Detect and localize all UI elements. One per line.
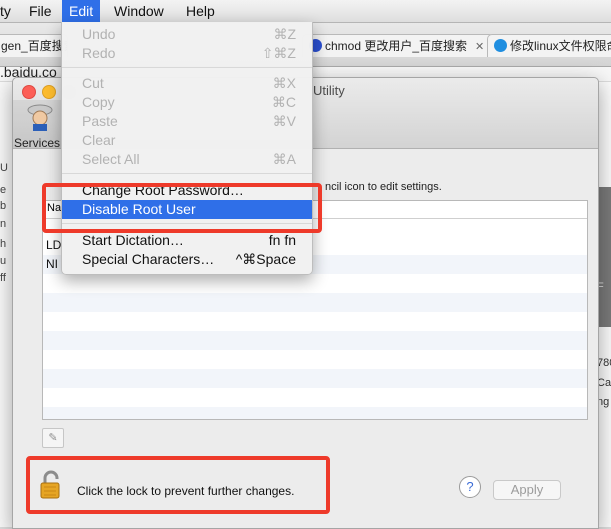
menu-item-start-dictation[interactable]: Start Dictation… fn fn <box>62 231 312 250</box>
menu-file[interactable]: File <box>29 3 52 19</box>
bg-text: u <box>0 255 7 267</box>
browser-tab[interactable]: 修改linux文件权限命 <box>487 34 611 57</box>
minimize-window-button[interactable] <box>42 85 56 99</box>
bg-text: U <box>0 162 8 174</box>
help-button[interactable]: ? <box>459 476 481 498</box>
apply-button[interactable]: Apply <box>493 480 561 500</box>
background-page-right: F 780 Cap ng <box>597 82 611 527</box>
menu-separator <box>62 67 312 68</box>
bg-text: h <box>0 238 7 250</box>
pencil-icon: ✎ <box>48 432 58 444</box>
bg-text: e <box>0 184 7 196</box>
instruction-text: ncil icon to edit settings. <box>325 181 442 193</box>
bg-text: 780 <box>597 357 611 369</box>
highlight-box-lock <box>26 456 330 514</box>
menu-item-redo[interactable]: Redo ⇧⌘Z <box>62 44 312 63</box>
menu-separator <box>62 173 312 174</box>
menu-item-special-characters[interactable]: Special Characters… ^⌘Space <box>62 250 312 269</box>
menu-item-clear[interactable]: Clear <box>62 131 312 150</box>
edit-pencil-button[interactable]: ✎ <box>42 428 64 448</box>
background-page-left: U e b n h u ff <box>0 82 12 527</box>
services-label: Services <box>14 136 61 150</box>
tab-title: chmod 更改用户_百度搜索 <box>325 39 468 53</box>
close-tab-icon[interactable]: ✕ <box>475 41 484 53</box>
row-label: NI <box>46 257 58 271</box>
bg-text: ff <box>0 272 6 284</box>
bg-image <box>597 187 611 327</box>
edit-menu-dropdown: Undo ⌘Z Redo ⇧⌘Z Cut ⌘X Copy ⌘C Paste ⌘V Clea… <box>61 22 313 275</box>
close-window-button[interactable] <box>22 85 36 99</box>
menu-help[interactable]: Help <box>186 3 215 19</box>
window-title: Utility <box>313 83 345 98</box>
apply-label: Apply <box>510 482 544 497</box>
browser-tab[interactable]: gen_百度搜索 <box>0 34 68 57</box>
bg-text: n <box>0 218 7 230</box>
menu-bar: ty File Edit Window Help <box>0 0 611 23</box>
menu-item-cut[interactable]: Cut ⌘X <box>62 74 312 93</box>
services-icon <box>27 104 53 131</box>
highlight-box-disable-root <box>42 183 322 233</box>
browser-tab[interactable]: chmod 更改用户_百度搜索 ✕ <box>302 34 494 57</box>
tab-title: 修改linux文件权限命 <box>510 39 611 53</box>
menu-item-undo[interactable]: Undo ⌘Z <box>62 25 312 44</box>
app-menu[interactable]: ty <box>0 3 11 19</box>
tab-title: gen_百度搜索 <box>1 39 67 53</box>
toolbar-services[interactable]: Services <box>13 100 64 150</box>
menu-window[interactable]: Window <box>114 3 164 19</box>
menu-item-select-all[interactable]: Select All ⌘A <box>62 150 312 169</box>
menu-item-paste[interactable]: Paste ⌘V <box>62 112 312 131</box>
row-label: LD <box>46 238 62 252</box>
menu-edit[interactable]: Edit <box>62 0 101 22</box>
bg-text: b <box>0 200 7 212</box>
menu-item-copy[interactable]: Copy ⌘C <box>62 93 312 112</box>
site-favicon-icon <box>494 39 507 52</box>
help-icon: ? <box>466 479 474 494</box>
bg-text: Cap <box>597 377 611 389</box>
